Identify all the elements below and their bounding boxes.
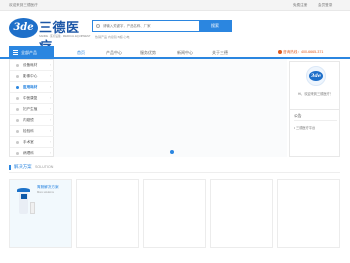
- category-label: 影像中心: [23, 74, 38, 78]
- hot-keywords[interactable]: 热销产品 内窥镜 B超 心电: [95, 35, 130, 39]
- chevron-right-icon: ›: [49, 107, 51, 111]
- avatar[interactable]: 3de: [306, 66, 326, 86]
- category-item[interactable]: 检验科 ›: [10, 126, 54, 137]
- notice-panel: 公告 • 三德医疗平台: [289, 110, 340, 157]
- category-dot-icon: [16, 119, 19, 122]
- category-dot-icon: [16, 141, 19, 144]
- solution-card-subtitle: More solutions: [37, 191, 54, 194]
- solution-card[interactable]: [210, 179, 273, 248]
- chevron-right-icon: ›: [49, 140, 51, 144]
- carousel-indicator[interactable]: [170, 150, 174, 154]
- chevron-right-icon: ›: [49, 85, 51, 89]
- category-dot-icon: [16, 130, 19, 133]
- top-bar: 欢迎来到三德医疗 免费注册 会员登录: [0, 0, 350, 11]
- chevron-right-icon: ›: [49, 118, 51, 122]
- category-dot-icon: [16, 108, 19, 111]
- chevron-right-icon: ›: [49, 74, 51, 78]
- main-nav: 全部产品 首页 产品中心 服务优势 新闻中心 关于三德 咨询热线：400-666…: [0, 46, 350, 59]
- user-panel: 3de Hi，欢迎来到三德医疗！: [289, 61, 340, 110]
- category-item[interactable]: 手术室 ›: [10, 137, 54, 148]
- hotline-text: 咨询热线：400-6665-371: [283, 50, 324, 54]
- search-bar: 搜索: [92, 20, 232, 32]
- device-icon: [17, 188, 30, 214]
- all-categories-button[interactable]: 全部产品: [9, 46, 54, 59]
- category-label: 中医康复: [23, 96, 38, 100]
- logo-slogan: SANDE · 医疗设备 · MEDICAL EQUIPMENT: [39, 35, 91, 38]
- section-marker: [9, 165, 11, 170]
- category-label: 设备耗材: [23, 63, 38, 67]
- chevron-right-icon: ›: [49, 96, 51, 100]
- category-dot-icon: [16, 64, 19, 67]
- all-categories-label: 全部产品: [21, 50, 37, 55]
- category-label: 内窥镜: [23, 118, 34, 122]
- register-link[interactable]: 免费注册: [293, 3, 307, 8]
- nav-item-home[interactable]: 首页: [77, 46, 85, 59]
- nav-item-services[interactable]: 服务优势: [140, 46, 156, 59]
- search-button[interactable]: 搜索: [199, 21, 231, 31]
- category-label: 检验科: [23, 129, 34, 133]
- category-item[interactable]: 中医康复 ›: [10, 93, 54, 104]
- chevron-right-icon: ›: [49, 151, 51, 155]
- category-item[interactable]: 内窥镜 ›: [10, 115, 54, 126]
- solution-card[interactable]: [76, 179, 139, 248]
- notice-entry[interactable]: • 三德医疗平台: [294, 125, 315, 130]
- logo-badge-icon: 3de: [9, 18, 38, 38]
- chevron-right-icon: ›: [49, 129, 51, 133]
- notice-title: 公告: [294, 114, 302, 118]
- category-dot-icon: [16, 152, 19, 155]
- login-link[interactable]: 会员登录: [318, 3, 332, 8]
- category-item[interactable]: 妇产生殖 ›: [10, 104, 54, 115]
- nav-item-about[interactable]: 关于三德: [212, 46, 228, 59]
- category-label: 病理科: [23, 151, 34, 155]
- welcome-text: 欢迎来到三德医疗: [9, 3, 38, 7]
- category-label: 手术室: [23, 140, 34, 144]
- menu-icon: [13, 50, 18, 55]
- solution-card[interactable]: [277, 179, 340, 248]
- solution-section-header: 解决方案 SOLUTION: [9, 163, 340, 173]
- category-item[interactable]: 设备耗材 ›: [10, 60, 54, 71]
- solution-subtitle: SOLUTION: [35, 164, 54, 169]
- solution-card[interactable]: [143, 179, 206, 248]
- hero-banner[interactable]: [54, 59, 287, 157]
- category-dot-icon: [16, 86, 19, 89]
- phone-icon: [278, 49, 282, 54]
- avatar-logo-icon: 3de: [309, 71, 323, 81]
- hotline: 咨询热线：400-6665-371: [278, 46, 323, 59]
- divider: [294, 120, 337, 121]
- search-input[interactable]: [93, 21, 200, 31]
- user-greeting: Hi，欢迎来到三德医疗！: [298, 92, 333, 96]
- device-secondary-icon: [30, 202, 35, 214]
- site-logo[interactable]: 3de 三德医疗 SANDE · 医疗设备 · MEDICAL EQUIPMEN…: [9, 17, 91, 55]
- category-dot-icon: [16, 97, 19, 100]
- category-label: 妇产生殖: [23, 107, 38, 111]
- category-item[interactable]: 医用耗材 ›: [10, 82, 54, 93]
- nav-item-news[interactable]: 新闻中心: [177, 46, 193, 59]
- nav-item-products[interactable]: 产品中心: [106, 46, 122, 59]
- chevron-right-icon: ›: [49, 63, 51, 67]
- category-label: 医用耗材: [23, 85, 38, 89]
- solution-card[interactable]: 胃肠解决方案 More solutions: [9, 179, 72, 248]
- category-dot-icon: [16, 75, 19, 78]
- category-item[interactable]: 影像中心 ›: [10, 71, 54, 82]
- solution-card-title: 胃肠解决方案: [37, 185, 59, 189]
- solution-title: 解决方案: [14, 164, 32, 169]
- category-menu: 设备耗材 › 影像中心 › 医用耗材 › 中医康复 › 妇产生殖 › 内窥镜 › 检验科 › …: [9, 59, 54, 157]
- category-item[interactable]: 病理科 ›: [10, 148, 54, 159]
